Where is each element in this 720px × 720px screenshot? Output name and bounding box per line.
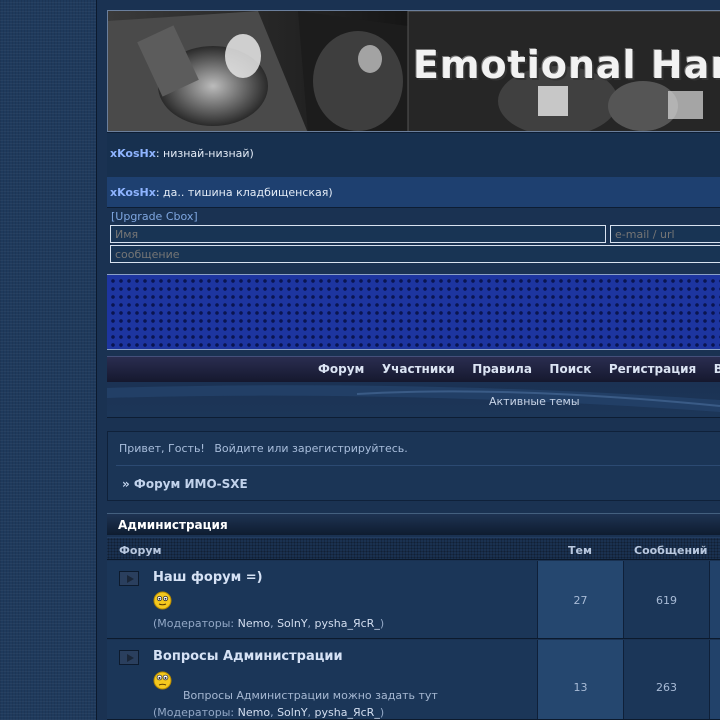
- chat-message: xKosHx: низнай-низнай): [110, 147, 254, 160]
- forum-read-icon: [119, 571, 139, 586]
- posts-count: 263: [656, 681, 677, 694]
- forum-title-link[interactable]: Вопросы Администрации: [153, 649, 343, 664]
- nav-search[interactable]: Поиск: [549, 362, 591, 376]
- or-text: или: [267, 442, 289, 455]
- posts-count-cell: 263: [623, 640, 709, 719]
- forum-wrapper: Emotional Har xKosHx: низнай-низнай) xKo…: [107, 10, 720, 720]
- register-link[interactable]: зарегистрируйтесь.: [292, 442, 408, 455]
- forum-cell: Вопросы Администрации Вопросы Администра…: [107, 640, 537, 719]
- sub-nav: Активные темы: [107, 382, 720, 418]
- forum-description: Вопросы Администрации можно задать тут: [183, 689, 438, 702]
- nav-register[interactable]: Регистрация: [609, 362, 696, 376]
- forum-title-link[interactable]: Наш форум =): [153, 570, 263, 585]
- chat-nick[interactable]: xKosHx: [110, 147, 156, 160]
- moderator-link[interactable]: pysha_ЯсR_: [315, 706, 380, 719]
- main-nav: Форум Участники Правила Поиск Регистраци…: [107, 356, 720, 382]
- posts-count: 619: [656, 594, 677, 607]
- moderator-link[interactable]: Nemo: [238, 706, 270, 719]
- greeting: Привет, Гость!: [119, 442, 205, 455]
- topics-count-cell: 13: [537, 640, 623, 719]
- nav-rules[interactable]: Правила: [472, 362, 532, 376]
- nav-members[interactable]: Участники: [382, 362, 455, 376]
- chat-message-row: xKosHx: да.. тишина кладбищенская): [107, 177, 720, 207]
- breadcrumb[interactable]: » Форум ИМО-SXE: [122, 477, 248, 491]
- forum-row: Наш форум =) (Модераторы: Nemo, SolnY, p…: [107, 561, 720, 639]
- column-forum: Форум: [119, 544, 162, 557]
- last-post-cell: [709, 640, 720, 719]
- topics-count: 27: [573, 594, 588, 607]
- topics-count-cell: 27: [537, 561, 623, 638]
- chat-name-input[interactable]: [110, 225, 606, 243]
- smiley-icon: [153, 671, 172, 690]
- column-topics: Тем: [568, 544, 592, 557]
- banner-title: Emotional Har: [413, 43, 720, 87]
- welcome-text: Привет, Гость! Войдите или зарегистрируй…: [119, 442, 408, 455]
- category-title[interactable]: Администрация: [118, 518, 228, 532]
- posts-count-cell: 619: [623, 561, 709, 638]
- decorative-dots-band: [107, 274, 720, 350]
- smiley-icon: [153, 591, 172, 610]
- welcome-box: Привет, Гость! Войдите или зарегистрируй…: [107, 431, 720, 501]
- chat-nick[interactable]: xKosHx: [110, 186, 156, 199]
- upgrade-cbox-link[interactable]: [Upgrade Cbox]: [111, 210, 198, 223]
- moderator-link[interactable]: SolnY: [277, 706, 307, 719]
- forum-cell: Наш форум =) (Модераторы: Nemo, SolnY, p…: [107, 561, 537, 638]
- table-header: Форум Тем Сообщений: [107, 537, 720, 560]
- moderator-link[interactable]: pysha_ЯсR_: [315, 617, 380, 630]
- moderators-label: (Модераторы:: [153, 706, 235, 719]
- chat-text: : да.. тишина кладбищенская): [155, 186, 333, 199]
- site-banner[interactable]: Emotional Har: [107, 10, 720, 132]
- forum-read-icon: [119, 650, 139, 665]
- moderators: (Модераторы: Nemo, SolnY, pysha_ЯсR_): [153, 706, 385, 719]
- moderator-link[interactable]: Nemo: [238, 617, 270, 630]
- forum-row: Вопросы Администрации Вопросы Администра…: [107, 640, 720, 720]
- nav-login[interactable]: В: [714, 362, 720, 376]
- chat-message-input[interactable]: [110, 245, 720, 263]
- moderators: (Модераторы: Nemo, SolnY, pysha_ЯсR_): [153, 617, 385, 630]
- category-header: Администрация: [107, 513, 720, 535]
- column-posts: Сообщений: [634, 544, 708, 557]
- divider: [116, 465, 720, 466]
- chat-email-input[interactable]: [610, 225, 720, 243]
- last-post-cell: [709, 561, 720, 638]
- nav-forum[interactable]: Форум: [318, 362, 364, 376]
- chat-message: xKosHx: да.. тишина кладбищенская): [110, 186, 333, 199]
- chat-box: xKosHx: низнай-низнай) xKosHx: да.. тиши…: [107, 132, 720, 208]
- active-topics-link[interactable]: Активные темы: [489, 395, 580, 408]
- topics-count: 13: [573, 681, 588, 694]
- moderator-link[interactable]: SolnY: [277, 617, 307, 630]
- subnav-swoosh: [107, 385, 720, 412]
- moderators-label: (Модераторы:: [153, 617, 235, 630]
- login-link[interactable]: Войдите: [214, 442, 263, 455]
- chat-form: [Upgrade Cbox]: [107, 208, 720, 268]
- chat-text: : низнай-низнай): [155, 147, 254, 160]
